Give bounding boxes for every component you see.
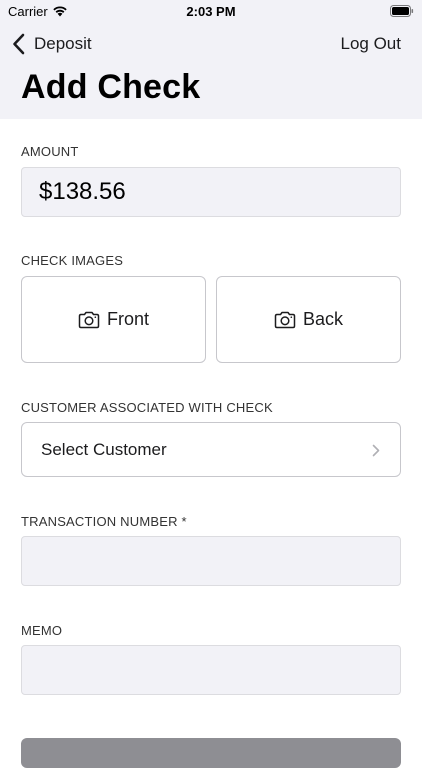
transaction-number-label: TRANSACTION NUMBER * xyxy=(21,514,187,529)
customer-select-placeholder: Select Customer xyxy=(41,439,167,459)
front-image-button[interactable]: Front xyxy=(21,276,206,363)
navigation-bar: Deposit Log Out Add Check xyxy=(0,24,422,119)
transaction-number-field[interactable] xyxy=(21,536,401,586)
amount-label: AMOUNT xyxy=(21,144,79,159)
front-label: Front xyxy=(106,309,149,329)
status-time: 2:03 PM xyxy=(186,4,236,19)
back-image-button[interactable]: Back xyxy=(216,276,401,363)
amount-value: $138.56 xyxy=(39,178,126,205)
camera-icon xyxy=(274,311,296,328)
customer-select[interactable]: Select Customer xyxy=(21,422,401,477)
back-label: Deposit xyxy=(34,34,92,53)
camera-icon xyxy=(78,311,100,328)
customer-label: CUSTOMER ASSOCIATED WITH CHECK xyxy=(21,400,273,415)
battery-icon xyxy=(390,5,414,17)
memo-label: MEMO xyxy=(21,623,63,638)
submit-button[interactable] xyxy=(21,738,401,768)
logout-button[interactable]: Log Out xyxy=(341,34,402,54)
chevron-left-icon xyxy=(13,33,25,55)
memo-field[interactable] xyxy=(21,645,401,695)
page-title: Add Check xyxy=(21,68,201,106)
chevron-right-icon xyxy=(372,444,380,457)
amount-field[interactable]: $138.56 xyxy=(21,167,401,217)
check-images-label: CHECK IMAGES xyxy=(21,253,124,268)
status-bar: Carrier 2:03 PM xyxy=(0,0,422,24)
back-button[interactable]: Deposit xyxy=(12,32,92,56)
back-label: Back xyxy=(302,309,344,329)
